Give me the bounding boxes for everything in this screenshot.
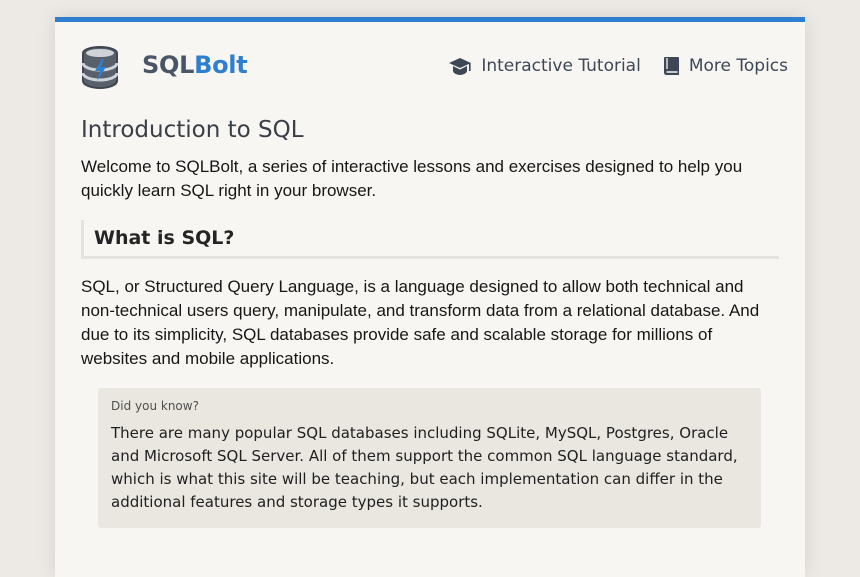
did-you-know-callout: Did you know? There are many popular SQL… <box>98 388 761 528</box>
nav-more-topics[interactable]: More Topics <box>663 56 788 76</box>
brand-accent: Bolt <box>194 51 248 79</box>
nav-interactive-tutorial[interactable]: Interactive Tutorial <box>448 56 641 76</box>
main-card: SQLBolt Interactive Tutorial More Topics <box>55 17 805 577</box>
top-nav: Interactive Tutorial More Topics <box>426 56 788 76</box>
database-bolt-icon[interactable] <box>80 44 120 90</box>
book-icon <box>663 57 679 75</box>
section-paragraph: SQL, or Structured Query Language, is a … <box>81 277 760 368</box>
graduation-cap-icon <box>449 58 472 75</box>
site-brand[interactable]: SQLBolt <box>142 51 248 79</box>
nav-label: Interactive Tutorial <box>481 56 641 76</box>
site-header: SQLBolt Interactive Tutorial More Topics <box>55 22 805 112</box>
brand-primary: SQL <box>142 51 195 79</box>
callout-label: Did you know? <box>111 399 199 413</box>
page-title: Introduction to SQL <box>81 117 304 143</box>
lesson-content: Introduction to SQL Welcome to SQLBolt, … <box>81 115 781 528</box>
nav-label: More Topics <box>688 56 788 76</box>
intro-paragraph: Welcome to SQLBolt, a series of interact… <box>81 157 743 200</box>
callout-text: There are many popular SQL databases inc… <box>111 424 738 511</box>
section-heading: What is SQL? <box>81 220 779 259</box>
